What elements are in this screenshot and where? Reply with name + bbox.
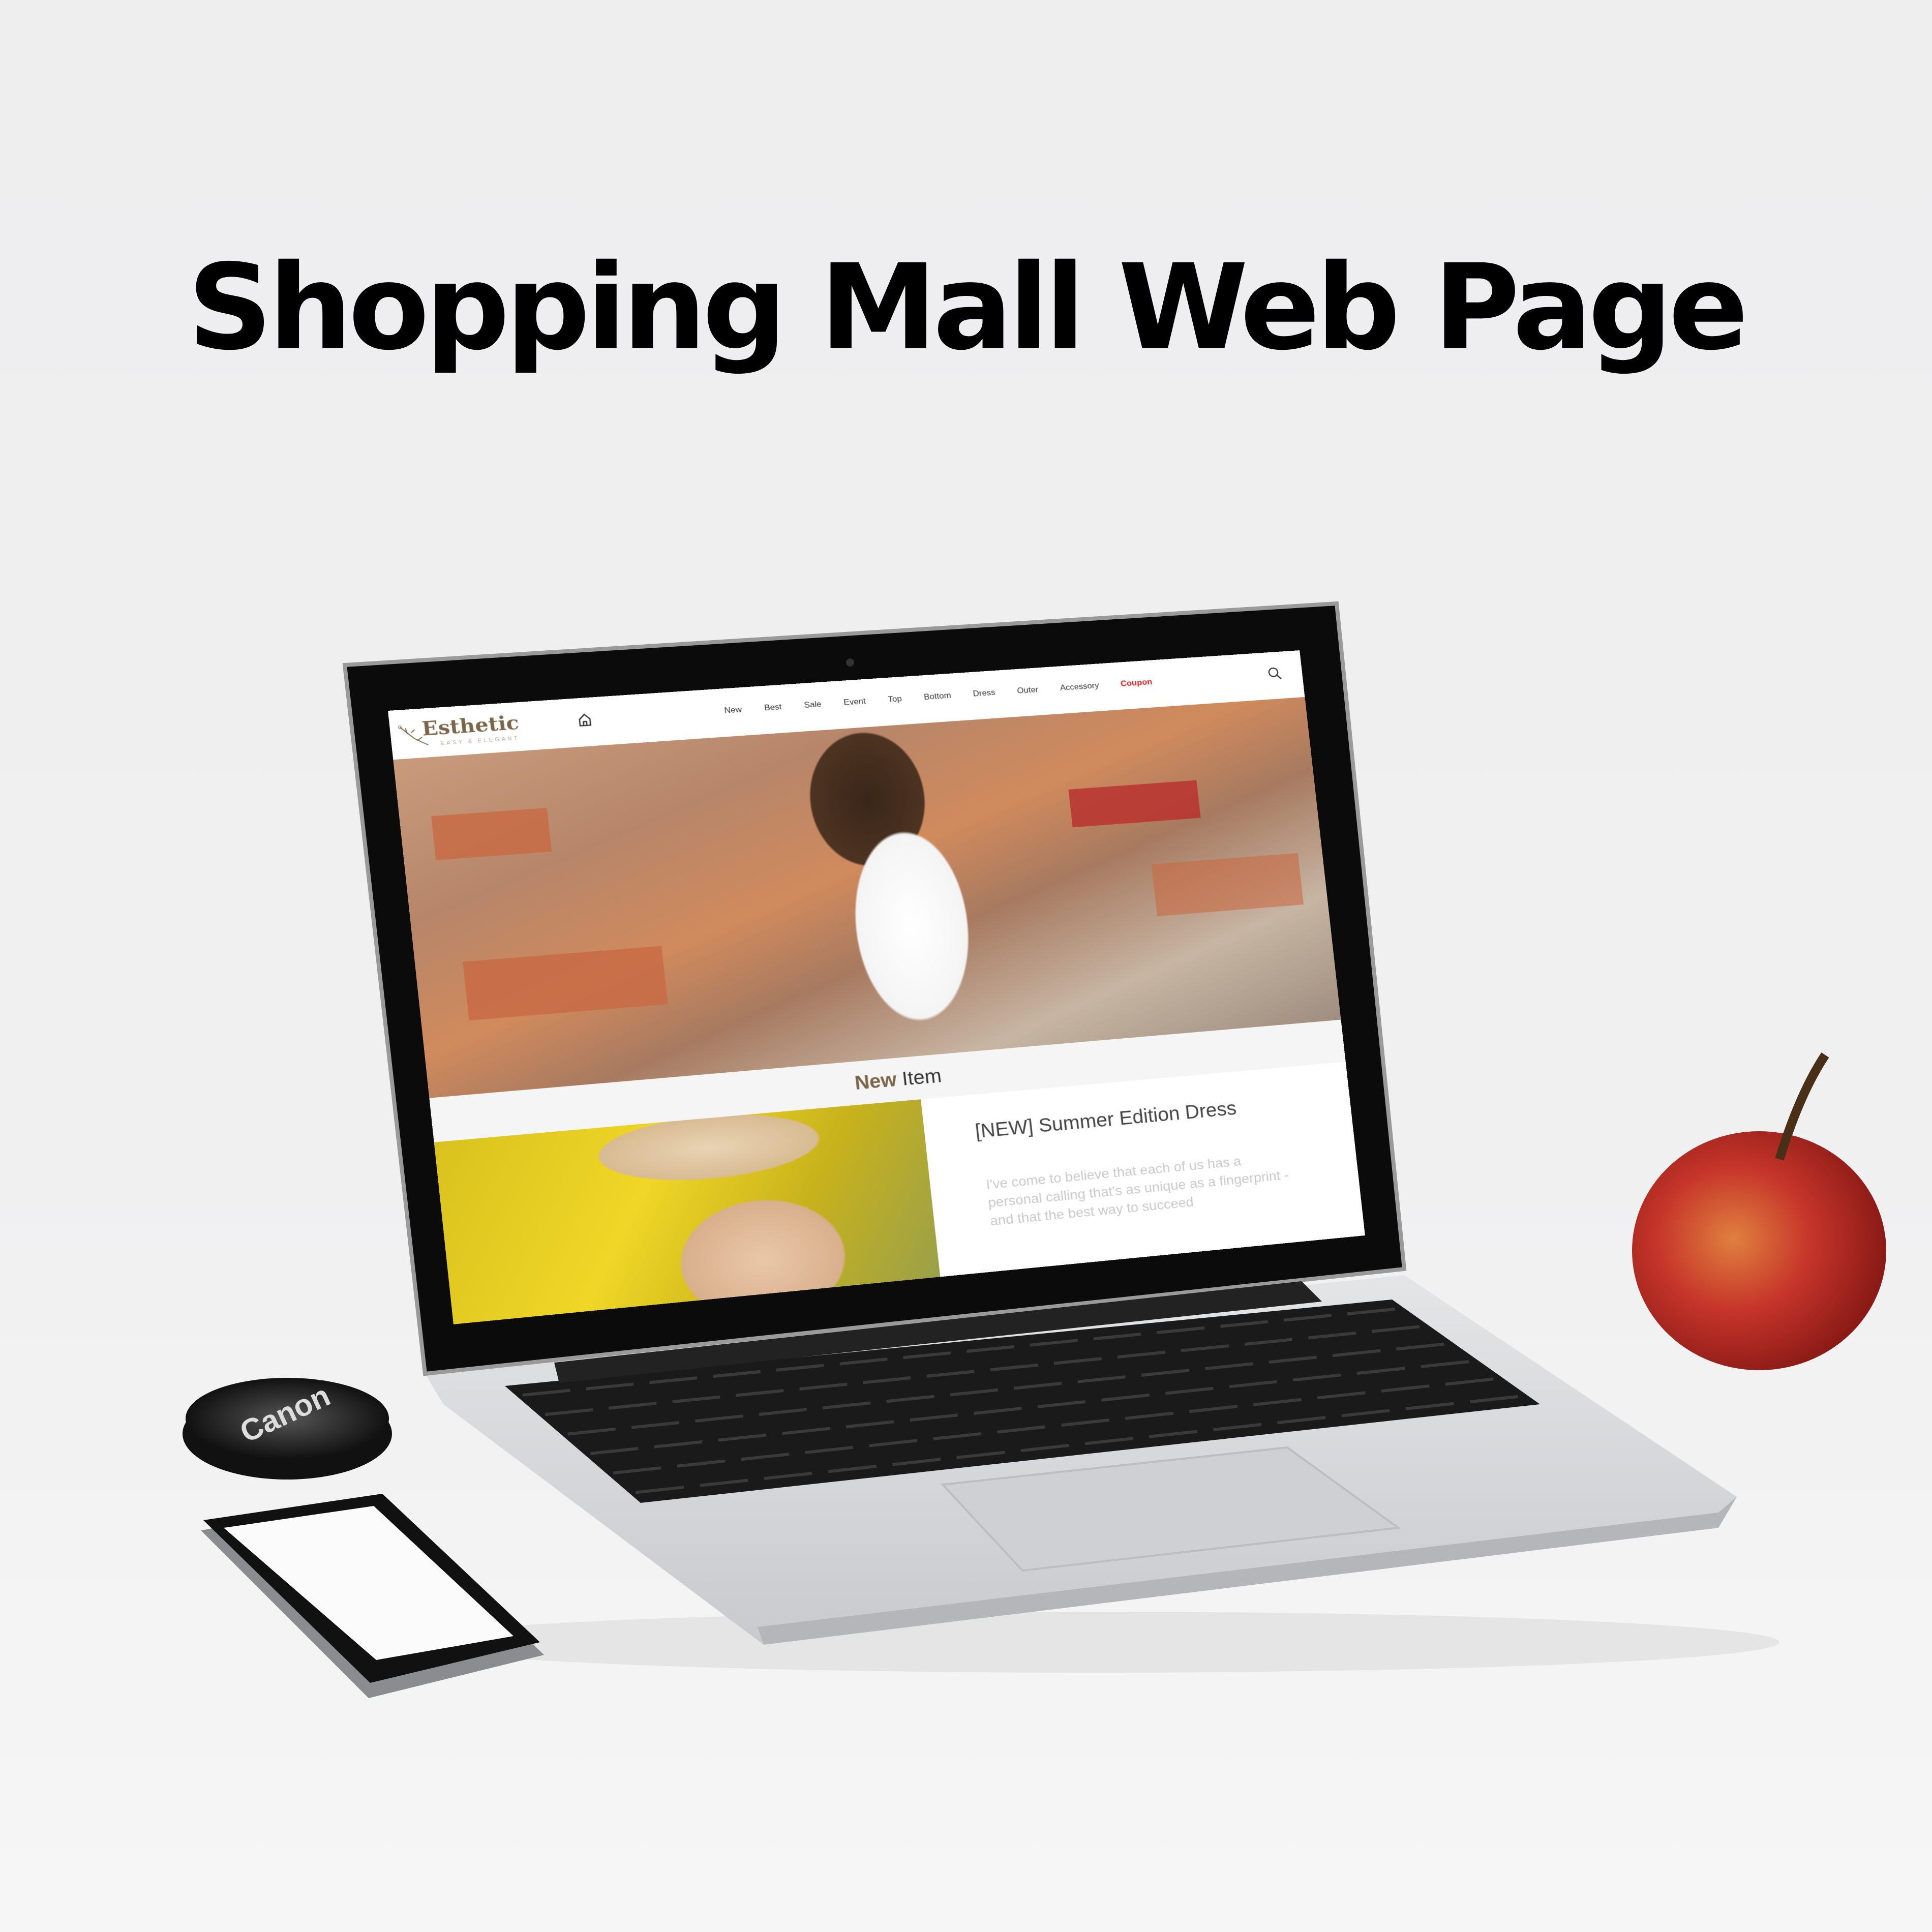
nav-item-dress[interactable]: Dress <box>973 688 996 699</box>
smartphone <box>201 1494 544 1698</box>
nav-item-new[interactable]: New <box>724 705 742 715</box>
nav-item-accessory[interactable]: Accessory <box>1060 681 1099 693</box>
product-title[interactable]: [NEW] Summer Edition Dress <box>974 1098 1237 1142</box>
lens-cap: Canon <box>183 1378 392 1480</box>
nav-item-sale[interactable]: Sale <box>804 700 822 710</box>
camera-icon <box>846 658 854 667</box>
nav-item-outer[interactable]: Outer <box>1017 685 1039 696</box>
nav-item-coupon[interactable]: Coupon <box>1120 677 1153 689</box>
home-icon[interactable] <box>576 712 593 728</box>
search-icon[interactable] <box>1266 666 1284 681</box>
nav-item-top[interactable]: Top <box>888 694 902 705</box>
website-screen: Esthetic EASY & ELEGANT New Best Sale Ev… <box>388 650 1365 1324</box>
nav-item-event[interactable]: Event <box>843 697 866 708</box>
apple <box>1632 1052 1886 1370</box>
nav-item-bottom[interactable]: Bottom <box>923 691 951 702</box>
nav-item-best[interactable]: Best <box>764 702 782 713</box>
product-description: I've come to believe that each of us has… <box>985 1153 1289 1229</box>
